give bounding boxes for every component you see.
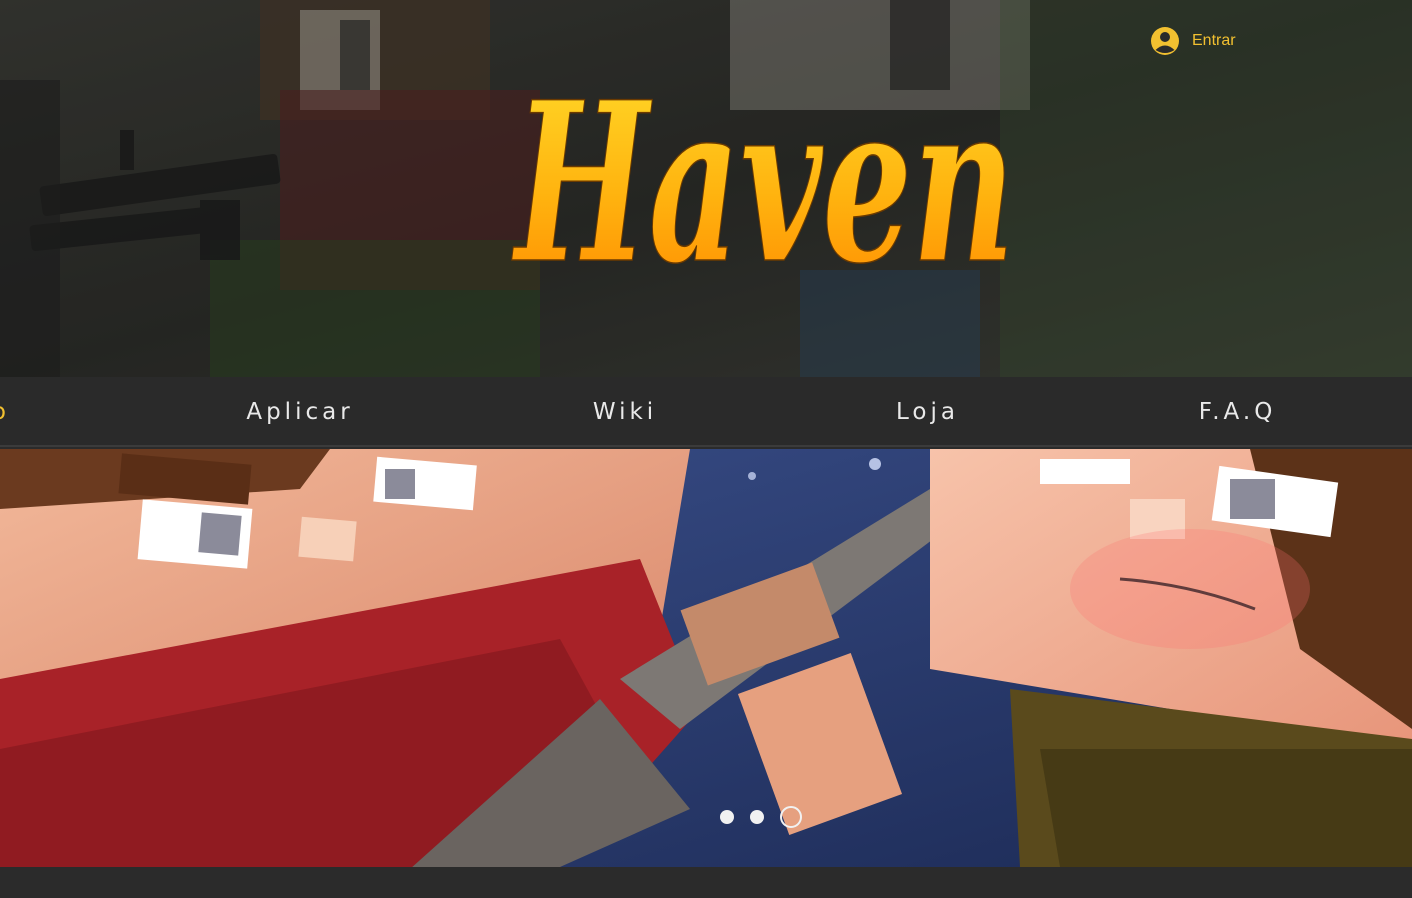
- login-label: Entrar: [1192, 32, 1236, 49]
- logo-text: Haven: [511, 53, 1015, 312]
- slide-dot-3-active[interactable]: [780, 806, 802, 828]
- footer-strip: [0, 867, 1412, 898]
- nav-item-wiki[interactable]: Wiki: [550, 377, 700, 447]
- main-nav: o Aplicar Wiki Loja F.A.Q: [0, 377, 1412, 447]
- page: Haven Entrar o Aplicar Wiki Loja F.A.Q: [0, 0, 1412, 898]
- slideshow[interactable]: [0, 449, 1412, 867]
- login-button[interactable]: Entrar: [1150, 24, 1236, 58]
- haven-logo[interactable]: Haven: [505, 20, 1025, 340]
- header-banner: Haven Entrar: [0, 0, 1412, 377]
- nav-item-partial[interactable]: o: [0, 377, 10, 447]
- slide-dot-1[interactable]: [720, 810, 734, 824]
- nav-item-loja[interactable]: Loja: [855, 377, 1000, 447]
- slide-image: [0, 449, 1412, 867]
- nav-item-faq[interactable]: F.A.Q: [1165, 377, 1310, 447]
- user-avatar-icon: [1151, 27, 1179, 55]
- nav-item-aplicar[interactable]: Aplicar: [215, 377, 385, 447]
- slide-dot-2[interactable]: [750, 810, 764, 824]
- slideshow-pagination: [720, 806, 802, 828]
